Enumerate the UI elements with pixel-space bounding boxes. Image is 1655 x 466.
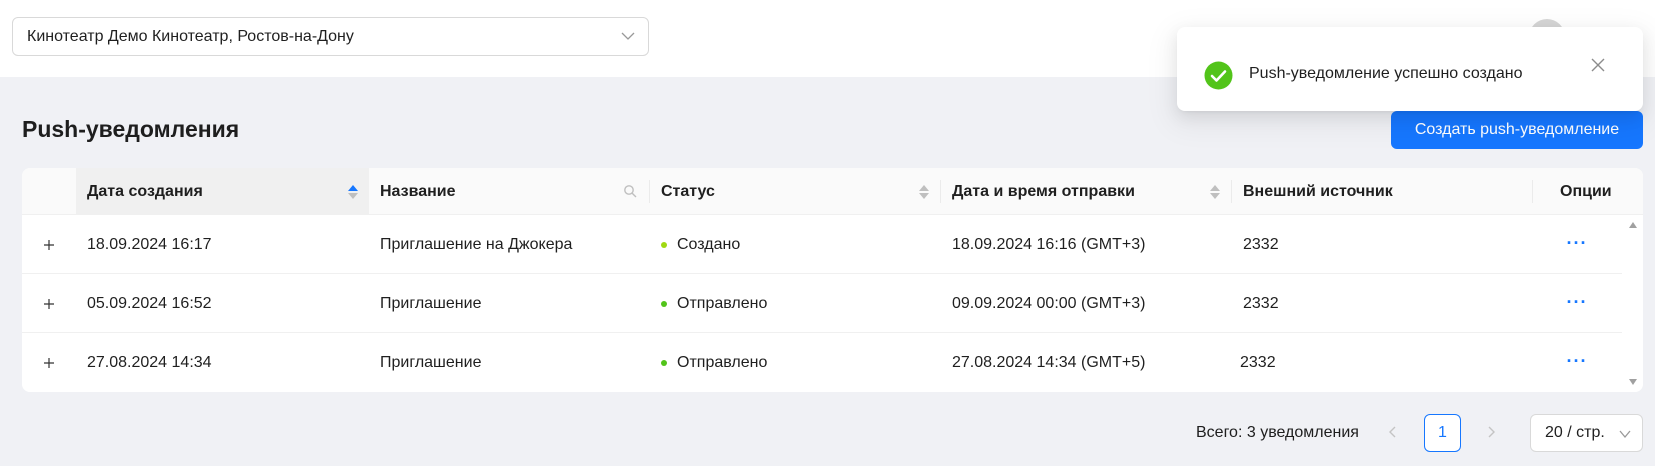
sort-icon[interactable] xyxy=(347,183,359,201)
cell-name: Приглашение на Джокера xyxy=(380,235,573,253)
table-row: 05.09.2024 16:52 Приглашение Отправлено … xyxy=(22,274,1622,333)
expand-row-button[interactable] xyxy=(41,237,57,253)
cell-name: Приглашение xyxy=(380,353,482,371)
cell-created: 05.09.2024 16:52 xyxy=(87,294,212,312)
check-circle-icon xyxy=(1204,61,1233,90)
column-status[interactable]: Статус xyxy=(650,168,940,215)
success-notification: Push-уведомление успешно создано xyxy=(1177,27,1643,111)
column-external-source-label: Внешний источник xyxy=(1243,182,1393,200)
chevron-down-icon xyxy=(1619,430,1631,439)
cell-name: Приглашение xyxy=(380,294,482,312)
cell-created: 27.08.2024 14:34 xyxy=(87,353,212,371)
pagination-next-button[interactable] xyxy=(1477,418,1505,446)
table-scrollbar[interactable] xyxy=(1622,215,1643,392)
row-options-button[interactable]: ··· xyxy=(1565,292,1589,312)
page-size-select[interactable]: 20 / стр. xyxy=(1530,414,1643,452)
close-icon[interactable] xyxy=(1590,57,1606,73)
expand-column-header xyxy=(22,168,76,215)
status-badge: Отправлено xyxy=(661,333,767,392)
column-external-source: Внешний источник xyxy=(1232,168,1552,215)
column-created-label: Дата создания xyxy=(87,182,203,200)
pagination-page-1[interactable]: 1 xyxy=(1424,414,1461,452)
cell-send-datetime: 18.09.2024 16:16 (GMT+3) xyxy=(952,235,1146,253)
cell-created: 18.09.2024 16:17 xyxy=(87,235,212,253)
create-push-button[interactable]: Создать push-уведомление xyxy=(1391,111,1643,149)
status-text: Отправлено xyxy=(677,294,768,312)
scroll-up-arrow-icon[interactable] xyxy=(1628,221,1638,229)
status-dot xyxy=(661,300,667,307)
scroll-down-arrow-icon[interactable] xyxy=(1628,378,1638,386)
row-options-button[interactable]: ··· xyxy=(1565,233,1589,253)
status-badge: Отправлено xyxy=(661,274,767,333)
cinema-select-value: Кинотеатр Демо Кинотеатр, Ростов-на-Дону xyxy=(27,27,354,45)
status-badge: Создано xyxy=(661,215,740,274)
expand-row-button[interactable] xyxy=(41,296,57,312)
plus-icon xyxy=(44,299,54,309)
column-send-datetime[interactable]: Дата и время отправки xyxy=(941,168,1231,215)
sort-icon[interactable] xyxy=(1209,183,1221,201)
table-row: 27.08.2024 14:34 Приглашение Отправлено … xyxy=(22,333,1622,392)
cinema-select[interactable]: Кинотеатр Демо Кинотеатр, Ростов-на-Дону xyxy=(12,17,649,56)
column-name[interactable]: Название xyxy=(369,168,649,215)
table-header: Дата создания Название Статус Дата и вре… xyxy=(22,168,1643,215)
column-name-label: Название xyxy=(380,182,456,200)
column-options-label: Опции xyxy=(1560,182,1612,200)
cell-external-source: 2332 xyxy=(1240,353,1276,371)
sort-icon[interactable] xyxy=(918,183,930,201)
status-dot xyxy=(661,359,667,366)
chevron-right-icon xyxy=(1488,426,1495,438)
pagination-prev-button[interactable] xyxy=(1379,418,1407,446)
cell-send-datetime: 09.09.2024 00:00 (GMT+3) xyxy=(952,294,1146,312)
chevron-down-icon xyxy=(621,32,635,40)
column-send-datetime-label: Дата и время отправки xyxy=(952,182,1135,200)
page-title: Push-уведомления xyxy=(22,116,240,142)
push-table: Дата создания Название Статус Дата и вре… xyxy=(22,168,1643,392)
row-options-button[interactable]: ··· xyxy=(1565,351,1589,371)
search-icon[interactable] xyxy=(623,184,637,198)
page-size-value: 20 / стр. xyxy=(1545,424,1605,441)
column-options: Опции xyxy=(1533,168,1643,215)
plus-icon xyxy=(44,358,54,368)
status-text: Создано xyxy=(677,235,741,253)
column-created[interactable]: Дата создания xyxy=(76,168,369,215)
cell-external-source: 2332 xyxy=(1243,235,1279,253)
pagination-total: Всего: 3 уведомления xyxy=(1196,424,1359,441)
table-row: 18.09.2024 16:17 Приглашение на Джокера … xyxy=(22,215,1622,274)
cell-external-source: 2332 xyxy=(1243,294,1279,312)
status-text: Отправлено xyxy=(677,353,768,371)
plus-icon xyxy=(44,240,54,250)
cell-send-datetime: 27.08.2024 14:34 (GMT+5) xyxy=(952,353,1146,371)
notification-message: Push-уведомление успешно создано xyxy=(1249,65,1523,82)
status-dot xyxy=(661,241,667,248)
column-status-label: Статус xyxy=(661,182,715,200)
expand-row-button[interactable] xyxy=(41,355,57,371)
chevron-left-icon xyxy=(1389,426,1396,438)
